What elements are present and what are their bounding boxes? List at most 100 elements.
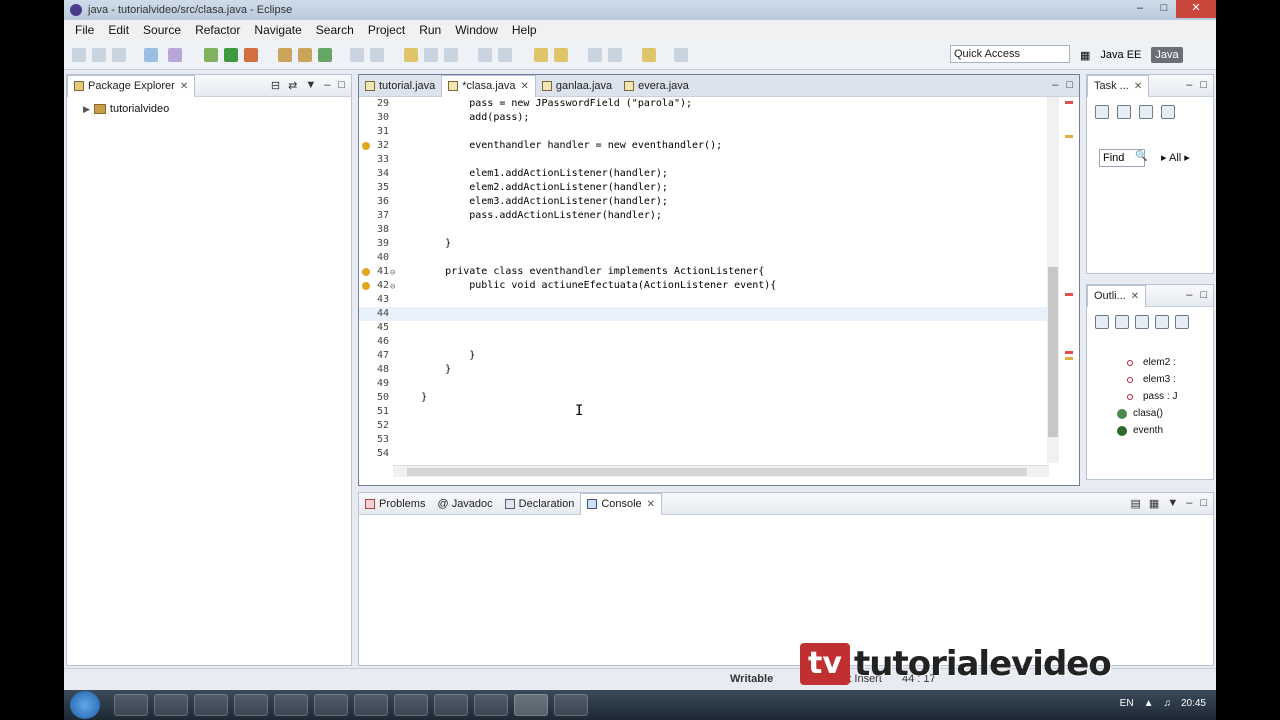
minimize-view-icon[interactable]: – xyxy=(1186,497,1192,510)
minimize-view-icon[interactable]: – xyxy=(324,79,330,92)
hide-nonpublic-icon[interactable] xyxy=(1155,315,1169,329)
outline-item[interactable]: clasa() xyxy=(1117,408,1163,419)
taskbar-app-calculator[interactable] xyxy=(394,694,428,716)
code-line[interactable]: 36 elem3.addActionListener(handler); xyxy=(359,195,1047,209)
code-line[interactable]: 43 xyxy=(359,293,1047,307)
close-icon[interactable]: ✕ xyxy=(520,81,528,92)
close-icon[interactable]: ✕ xyxy=(1134,81,1142,92)
sort-icon[interactable] xyxy=(1095,315,1109,329)
taskbar-app-explorer[interactable] xyxy=(114,694,148,716)
tab-outline[interactable]: Outli... ✕ xyxy=(1087,284,1147,307)
close-button[interactable]: ✕ xyxy=(1176,0,1216,18)
maximize-editor-icon[interactable] xyxy=(674,48,688,62)
hide-fields-icon[interactable] xyxy=(1115,315,1129,329)
perspective-javaee[interactable]: Java EE xyxy=(1096,47,1145,63)
new-class-icon[interactable] xyxy=(318,48,332,62)
fold-toggle-icon[interactable]: ⊖ xyxy=(390,266,395,280)
last-edit-icon[interactable] xyxy=(588,48,602,62)
tab-declaration[interactable]: Declaration xyxy=(499,493,581,515)
error-marker[interactable] xyxy=(1065,351,1073,354)
expand-chevron-icon[interactable]: ▶ xyxy=(83,104,90,115)
menu-navigate[interactable]: Navigate xyxy=(247,23,308,37)
minimize-view-icon[interactable]: – xyxy=(1186,289,1192,301)
run-icon[interactable] xyxy=(224,48,238,62)
search-icon[interactable]: 🔍 xyxy=(1135,151,1147,162)
start-button[interactable] xyxy=(70,691,100,719)
build-icon[interactable] xyxy=(168,48,182,62)
code-line[interactable]: 35 elem2.addActionListener(handler); xyxy=(359,181,1047,195)
hierarchy-icon[interactable] xyxy=(1139,105,1153,119)
open-perspective-icon[interactable]: ▦ xyxy=(1080,49,1090,62)
search-icon[interactable] xyxy=(370,48,384,62)
code-line[interactable]: 41 ⊖ private class eventhandler implement… xyxy=(359,265,1047,279)
link-editor-icon[interactable]: ⇄ xyxy=(288,79,297,92)
scroll-thumb[interactable] xyxy=(1048,267,1058,437)
code-line[interactable]: 37 pass.addActionListener(handler); xyxy=(359,209,1047,223)
prev-annotation-icon[interactable] xyxy=(498,48,512,62)
minimize-view-icon[interactable]: – xyxy=(1186,79,1192,91)
warning-marker[interactable] xyxy=(1065,357,1073,360)
code-line[interactable]: 32 eventhandler handler = new eventhandl… xyxy=(359,139,1047,153)
code-line[interactable]: 53 xyxy=(359,433,1047,447)
tab-javadoc[interactable]: @ Javadoc xyxy=(431,493,498,515)
fold-toggle-icon[interactable]: ⊖ xyxy=(390,280,395,294)
code-line[interactable]: 42 ⊖ public void actiuneEfectuata(ActionL… xyxy=(359,279,1047,293)
overview-ruler[interactable] xyxy=(1063,97,1075,463)
warning-marker-icon[interactable] xyxy=(362,142,370,150)
save-icon[interactable] xyxy=(92,48,106,62)
minimize-button[interactable]: – xyxy=(1128,0,1152,18)
external-tools-icon[interactable] xyxy=(244,48,258,62)
horizontal-scrollbar[interactable] xyxy=(393,465,1049,477)
pin-console-icon[interactable]: ▤ xyxy=(1131,497,1141,510)
code-line[interactable]: 29 pass = new JPasswordField ("parola"); xyxy=(359,97,1047,111)
tree-item-project[interactable]: ▶ tutorialvideo xyxy=(83,103,169,115)
new-package-icon[interactable] xyxy=(298,48,312,62)
perspective-java[interactable]: Java xyxy=(1151,47,1183,63)
code-line[interactable]: 50 } xyxy=(359,391,1047,405)
code-line[interactable]: 33 xyxy=(359,153,1047,167)
tab-task-list[interactable]: Task ... ✕ xyxy=(1087,74,1150,97)
folder-icon[interactable] xyxy=(642,48,656,62)
taskbar-app-ie[interactable] xyxy=(154,694,188,716)
vertical-scrollbar[interactable] xyxy=(1047,97,1059,463)
menu-search[interactable]: Search xyxy=(309,23,361,37)
debug-icon[interactable] xyxy=(204,48,218,62)
maximize-button[interactable]: □ xyxy=(1152,0,1176,18)
hide-local-types-icon[interactable] xyxy=(1175,315,1189,329)
toggle-mark-icon[interactable] xyxy=(424,48,438,62)
back-icon[interactable] xyxy=(534,48,548,62)
code-line[interactable]: 48 } xyxy=(359,363,1047,377)
annotation-icon[interactable] xyxy=(404,48,418,62)
taskbar-app-media[interactable] xyxy=(194,694,228,716)
new-icon[interactable] xyxy=(72,48,86,62)
warning-marker-icon[interactable] xyxy=(362,268,370,276)
maximize-view-icon[interactable]: □ xyxy=(1200,289,1207,301)
filter-all-link[interactable]: ▸ All ▸ xyxy=(1161,151,1190,164)
taskbar-app-firefox[interactable] xyxy=(274,694,308,716)
code-line[interactable]: 46 xyxy=(359,335,1047,349)
taskbar-app-winamp[interactable] xyxy=(234,694,268,716)
code-line[interactable]: 31 xyxy=(359,125,1047,139)
taskbar-app-utorrent[interactable] xyxy=(314,694,348,716)
maximize-view-icon[interactable]: □ xyxy=(1200,497,1207,510)
display-console-icon[interactable]: ▦ xyxy=(1149,497,1159,510)
taskbar-app-vlc[interactable] xyxy=(354,694,388,716)
code-line[interactable]: 54 xyxy=(359,447,1047,461)
close-icon[interactable]: ✕ xyxy=(1131,291,1139,302)
code-line[interactable]: 44 xyxy=(359,307,1047,321)
quick-access-field[interactable]: Quick Access xyxy=(950,45,1070,63)
server-icon[interactable] xyxy=(144,48,158,62)
tab-tutorial-java[interactable]: tutorial.java xyxy=(359,75,441,97)
outline-item[interactable]: eventh xyxy=(1117,425,1163,436)
view-menu-icon[interactable]: ▼ xyxy=(305,79,316,92)
new-java-project-icon[interactable] xyxy=(278,48,292,62)
tab-clasa-java[interactable]: *clasa.java ✕ xyxy=(441,74,536,97)
taskbar-app-firefox2[interactable] xyxy=(434,694,468,716)
next-annotation-icon[interactable] xyxy=(478,48,492,62)
tab-evera-java[interactable]: evera.java xyxy=(618,75,695,97)
taskbar-app-recorder[interactable] xyxy=(554,694,588,716)
hide-static-icon[interactable] xyxy=(1135,315,1149,329)
tab-problems[interactable]: Problems xyxy=(359,493,431,515)
outline-item[interactable]: elem2 : xyxy=(1127,357,1176,368)
menu-edit[interactable]: Edit xyxy=(101,23,136,37)
